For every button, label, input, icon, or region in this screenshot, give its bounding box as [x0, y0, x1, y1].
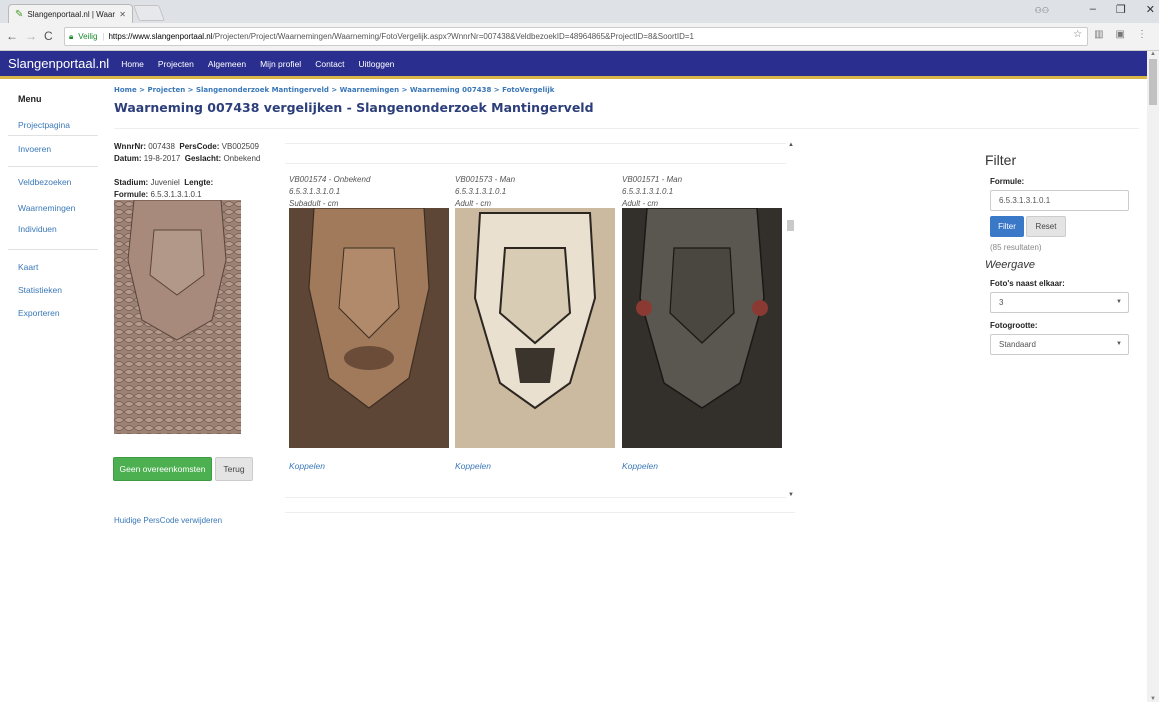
- divider: [285, 512, 795, 513]
- link-koppelen[interactable]: Koppelen: [455, 461, 491, 471]
- back-arrow-icon[interactable]: ←: [6, 29, 18, 43]
- extension-icon[interactable]: ▣: [1116, 29, 1125, 40]
- no-match-button[interactable]: Geen overeenkomsten: [113, 457, 212, 481]
- comparison-card: VB001573 - Man 6.5.3.1.3.1.0.1 Adult - c…: [455, 174, 615, 471]
- scroll-down-icon[interactable]: ▼: [788, 492, 794, 498]
- window-controls: – ❐ ✕: [1090, 3, 1155, 16]
- scrollbar-thumb[interactable]: [787, 220, 794, 231]
- observation-photo: [114, 200, 241, 434]
- scrollbar-thumb[interactable]: [1149, 59, 1157, 105]
- remove-perscode-link[interactable]: Huidige PersCode verwijderen: [114, 516, 222, 525]
- nav-home[interactable]: Home: [121, 59, 144, 69]
- nav-mijn-profiel[interactable]: Mijn profiel: [260, 59, 301, 69]
- divider: [8, 166, 98, 167]
- forward-arrow-icon[interactable]: →: [25, 29, 37, 43]
- secure-label: Veilig: [78, 32, 98, 41]
- formule-label: Formule:: [990, 177, 1025, 186]
- menu-icon[interactable]: ⋮: [1137, 29, 1147, 40]
- card-photo: [289, 208, 449, 448]
- comparison-card: VB001574 - Onbekend 6.5.3.1.3.1.0.1 Suba…: [289, 174, 449, 471]
- close-window-icon[interactable]: ✕: [1146, 3, 1155, 16]
- scroll-up-icon[interactable]: ▲: [788, 142, 794, 148]
- link-koppelen[interactable]: Koppelen: [622, 461, 658, 471]
- photo-size-label: Fotogrootte:: [990, 321, 1038, 330]
- photos-per-row-select[interactable]: 3 ▼: [990, 292, 1129, 313]
- pane-scrollbar[interactable]: ▲ ▼: [786, 140, 796, 500]
- sidebar-item-projectpagina[interactable]: Projectpagina: [18, 120, 70, 130]
- observation-line-1: WnnrNr: 007438 PersCode: VB002509: [114, 142, 260, 151]
- new-tab-button[interactable]: [133, 5, 165, 21]
- scroll-down-icon[interactable]: ▼: [1150, 696, 1156, 702]
- sidebar-item-veldbezoeken[interactable]: Veldbezoeken: [18, 177, 71, 187]
- sidebar-item-invoeren[interactable]: Invoeren: [18, 144, 51, 154]
- sidebar-item-exporteren[interactable]: Exporteren: [18, 308, 60, 318]
- card-formule: 6.5.3.1.3.1.0.1: [289, 187, 341, 196]
- lock-icon: 🔒︎: [69, 31, 74, 41]
- site-navbar: Slangenportaal.nl Home Projecten Algemee…: [0, 51, 1147, 79]
- card-id: VB001571 - Man: [622, 175, 683, 184]
- extension-icon[interactable]: ▥: [1094, 29, 1103, 40]
- sidebar-item-kaart[interactable]: Kaart: [18, 262, 38, 272]
- address-bar[interactable]: 🔒︎ Veilig | https://www.slangenportaal.n…: [64, 27, 1088, 46]
- tab-title: Slangenportaal.nl | Waar: [27, 9, 115, 19]
- minimize-icon[interactable]: –: [1090, 3, 1096, 16]
- photos-per-row-label: Foto's naast elkaar:: [990, 279, 1065, 288]
- site-favicon-icon: ✎: [15, 8, 24, 20]
- browser-toolbar: ← → C 🔒︎ Veilig | https://www.slangenpor…: [0, 23, 1159, 51]
- dropdown-caret-icon: ▼: [1116, 341, 1122, 347]
- observation-line-3: Stadium: Juveniel Lengte:: [114, 178, 214, 187]
- sidebar-item-waarnemingen[interactable]: Waarnemingen: [18, 203, 75, 213]
- card-id: VB001574 - Onbekend: [289, 175, 371, 184]
- site-brand[interactable]: Slangenportaal.nl: [0, 56, 121, 71]
- filter-button[interactable]: Filter: [990, 216, 1024, 237]
- card-photo: [622, 208, 782, 448]
- link-koppelen[interactable]: Koppelen: [289, 461, 325, 471]
- nav-uitloggen[interactable]: Uitloggen: [359, 59, 395, 69]
- dropdown-caret-icon: ▼: [1116, 299, 1122, 305]
- card-id: VB001573 - Man: [455, 175, 516, 184]
- maximize-icon[interactable]: ❐: [1116, 3, 1126, 16]
- divider: [114, 128, 1139, 129]
- divider: [8, 249, 98, 250]
- browser-actions: ☆ ▥ ▣ ⋮: [1073, 29, 1147, 40]
- nav-projecten[interactable]: Projecten: [158, 59, 194, 69]
- divider: [285, 497, 795, 498]
- formule-input[interactable]: 6.5.3.1.3.1.0.1: [990, 190, 1129, 211]
- browser-user-icon[interactable]: ⚇⚇: [1035, 6, 1049, 15]
- weergave-heading: Weergave: [985, 259, 1035, 271]
- sidebar-item-individuen[interactable]: Individuen: [18, 224, 57, 234]
- star-icon[interactable]: ☆: [1073, 29, 1082, 40]
- observation-line-2: Datum: 19-8-2017 Geslacht: Onbekend: [114, 154, 261, 163]
- nav-contact[interactable]: Contact: [315, 59, 344, 69]
- browser-tabbar: ✎ Slangenportaal.nl | Waar ✕ ⚇⚇ – ❐ ✕: [0, 0, 1159, 23]
- back-button[interactable]: Terug: [215, 457, 253, 481]
- card-photo: [455, 208, 615, 448]
- tab-close-icon[interactable]: ✕: [119, 10, 126, 19]
- sidebar-item-statistieken[interactable]: Statistieken: [18, 285, 62, 295]
- divider: [8, 135, 98, 136]
- sidebar-title: Menu: [18, 94, 42, 104]
- filter-title: Filter: [985, 152, 1017, 168]
- results-count: (85 resultaten): [990, 243, 1042, 252]
- browser-tab[interactable]: ✎ Slangenportaal.nl | Waar ✕: [8, 4, 133, 23]
- breadcrumb[interactable]: Home > Projecten > Slangenonderzoek Mant…: [114, 86, 554, 94]
- card-formule: 6.5.3.1.3.1.0.1: [455, 187, 507, 196]
- nav-algemeen[interactable]: Algemeen: [208, 59, 246, 69]
- reload-icon[interactable]: C: [44, 29, 53, 43]
- observation-line-4: Formule: 6.5.3.1.3.1.0.1: [114, 190, 202, 199]
- card-formule: 6.5.3.1.3.1.0.1: [622, 187, 674, 196]
- page-title: Waarneming 007438 vergelijken - Slangeno…: [114, 100, 594, 115]
- divider: [285, 163, 795, 164]
- photo-size-select[interactable]: Standaard ▼: [990, 334, 1129, 355]
- scroll-up-icon[interactable]: ▲: [1150, 51, 1156, 57]
- divider: [285, 143, 795, 144]
- page-scrollbar[interactable]: ▲ ▼: [1147, 51, 1159, 702]
- comparison-card: VB001571 - Man 6.5.3.1.3.1.0.1 Adult - c…: [622, 174, 782, 471]
- url-text: https://www.slangenportaal.nl/Projecten/…: [108, 32, 694, 41]
- reset-button[interactable]: Reset: [1026, 216, 1066, 237]
